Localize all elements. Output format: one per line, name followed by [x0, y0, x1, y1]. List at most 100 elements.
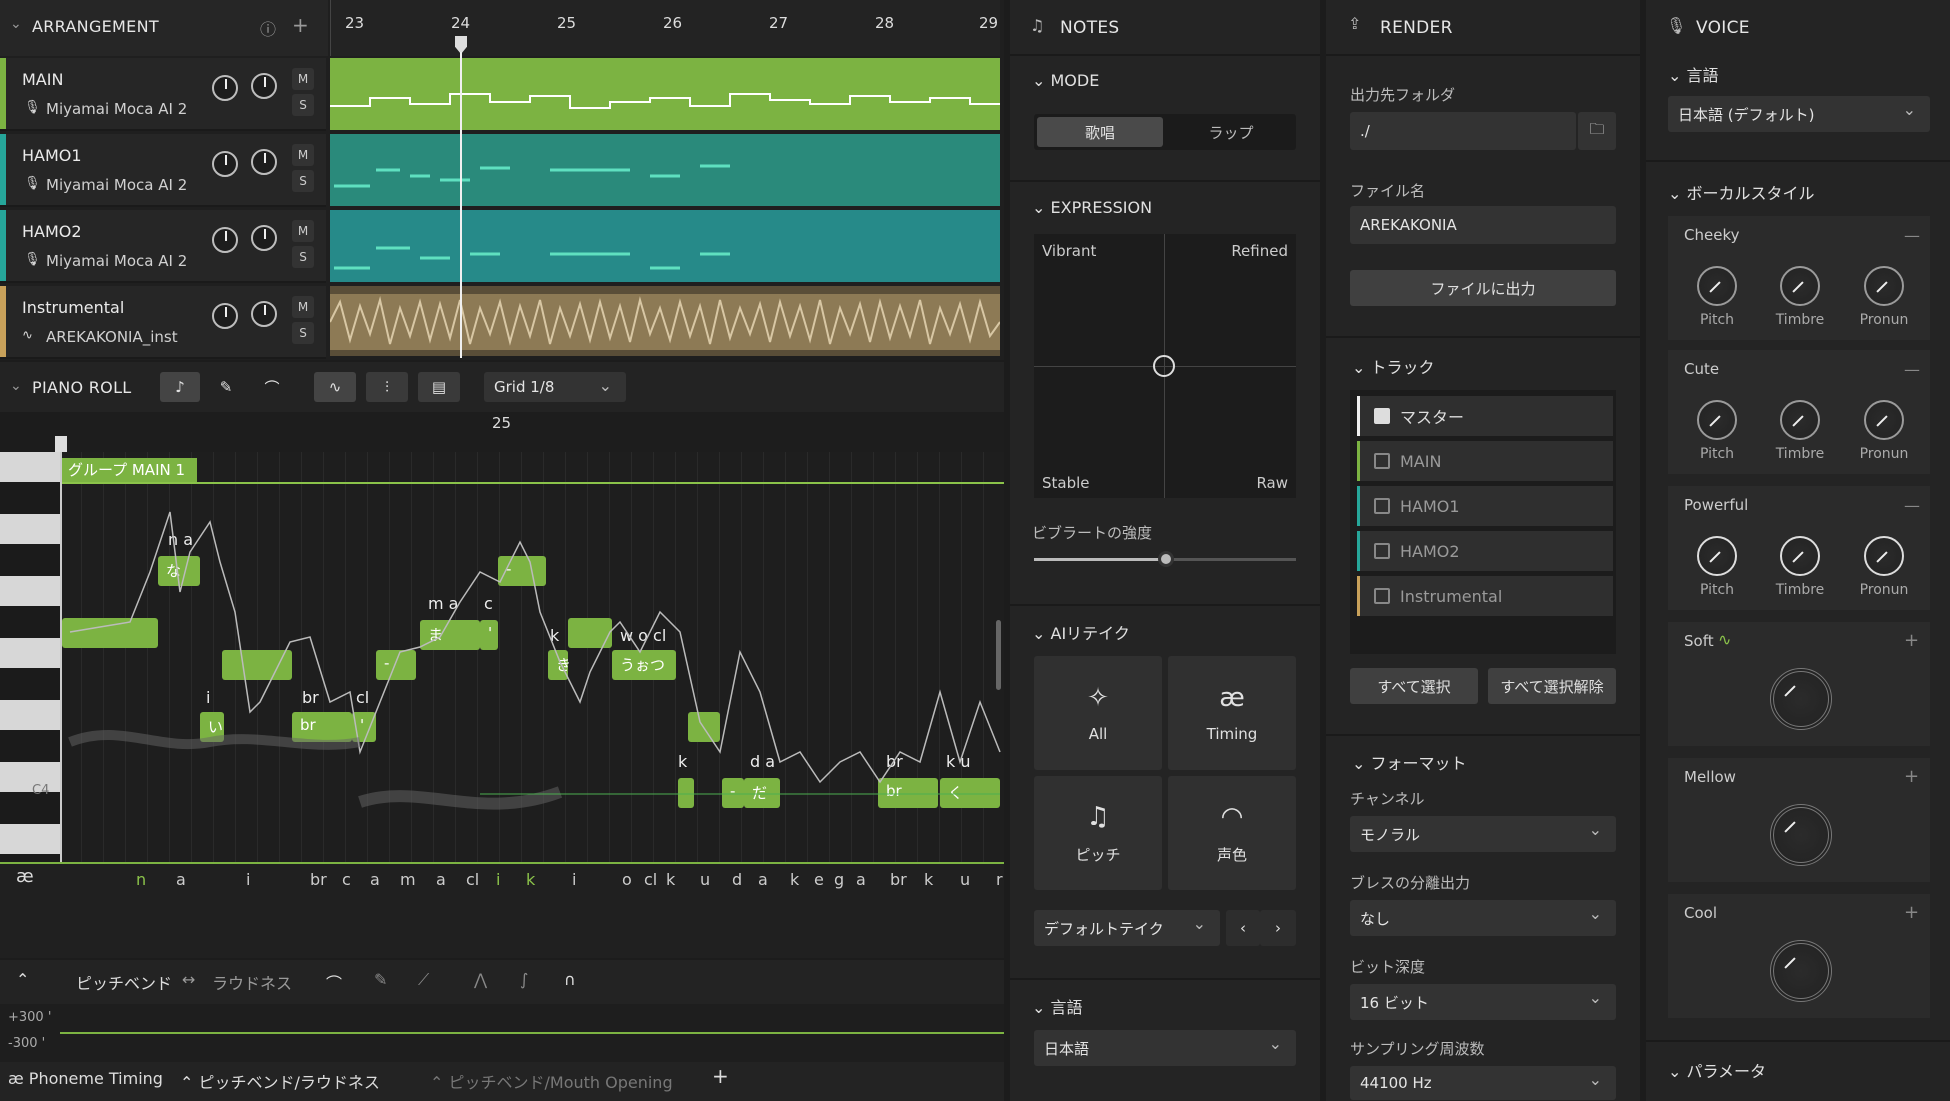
pronun-knob[interactable]: [1864, 536, 1904, 576]
pitch-knob[interactable]: [1697, 400, 1737, 440]
param-section[interactable]: ⌄ パラメータ: [1668, 1058, 1766, 1082]
mute-button[interactable]: M: [292, 68, 314, 90]
track-hamo1[interactable]: HAMO1 🎙 Miyamai Moca AI 2 M S: [0, 134, 326, 207]
add-tab-button[interactable]: +: [712, 1064, 729, 1088]
track-main[interactable]: MAIN 🎙 Miyamai Moca AI 2 M S: [0, 58, 326, 131]
track-item-hamo2[interactable]: HAMO2: [1357, 531, 1613, 571]
collapse-icon[interactable]: ⌄: [10, 16, 22, 32]
pan-knob[interactable]: [251, 301, 277, 327]
collapse-icon[interactable]: ⌄: [10, 378, 22, 394]
pianoroll-ruler[interactable]: [60, 412, 1004, 452]
pitch-view-button[interactable]: ∿: [314, 372, 356, 402]
expand-plus-icon[interactable]: +: [1904, 902, 1919, 923]
expression-section[interactable]: ⌄ EXPRESSION: [1032, 198, 1152, 217]
mute-button[interactable]: M: [292, 220, 314, 242]
pitchbend-label[interactable]: ピッチベンド: [76, 970, 172, 994]
volume-knob[interactable]: [212, 303, 238, 329]
retake-all-button[interactable]: ✧ All: [1034, 656, 1162, 770]
timbre-knob[interactable]: [1780, 266, 1820, 306]
pencil-icon[interactable]: ✎: [374, 970, 387, 989]
bitdepth-select[interactable]: 16 ビット: [1350, 984, 1616, 1020]
pencil-tool-button[interactable]: ✎: [206, 372, 246, 402]
pan-knob[interactable]: [251, 225, 277, 251]
pan-knob[interactable]: [251, 73, 277, 99]
track-item-main[interactable]: MAIN: [1357, 441, 1613, 481]
timbre-knob[interactable]: [1780, 400, 1820, 440]
solo-button[interactable]: S: [292, 94, 314, 116]
volume-knob[interactable]: [212, 75, 238, 101]
pan-knob[interactable]: [251, 149, 277, 175]
solo-button[interactable]: S: [292, 170, 314, 192]
folder-input[interactable]: ./: [1350, 112, 1576, 150]
tab-pitchbend-loudness[interactable]: ⌃ ピッチベンド/ラウドネス: [180, 1069, 380, 1093]
track-hamo2[interactable]: HAMO2 🎙 Miyamai Moca AI 2 M S: [0, 210, 326, 283]
pitch-knob[interactable]: [1697, 266, 1737, 306]
volume-knob[interactable]: [212, 151, 238, 177]
checkbox[interactable]: [1374, 453, 1390, 469]
timeline-ruler[interactable]: 23 24 25 26 27 28 29: [330, 0, 1000, 56]
curve-tool-button[interactable]: ⌒: [252, 372, 292, 402]
style-knob[interactable]: [1770, 940, 1832, 1002]
select-all-button[interactable]: すべて選択: [1350, 668, 1478, 704]
expression-pad[interactable]: Vibrant Refined Stable Raw: [1034, 234, 1296, 498]
track-section[interactable]: ⌄ トラック: [1352, 354, 1435, 378]
pronun-knob[interactable]: [1864, 400, 1904, 440]
collapse-minus-icon[interactable]: —: [1904, 496, 1920, 515]
mode-section[interactable]: ⌄ MODE: [1032, 71, 1099, 90]
expand-plus-icon[interactable]: +: [1904, 630, 1919, 651]
grid-select[interactable]: Grid 1/8: [484, 372, 626, 402]
mode-rap-button[interactable]: ラップ: [1168, 117, 1294, 147]
filename-input[interactable]: AREKAKONIA: [1350, 206, 1616, 244]
samplerate-select[interactable]: 44100 Hz: [1350, 1066, 1616, 1100]
next-take-button[interactable]: ›: [1260, 910, 1296, 946]
pronun-knob[interactable]: [1864, 266, 1904, 306]
collapse-minus-icon[interactable]: —: [1904, 360, 1920, 379]
language-section[interactable]: ⌄ 言語: [1032, 994, 1083, 1018]
waveform-view-button[interactable]: ⫶: [366, 372, 408, 402]
checkbox[interactable]: [1374, 588, 1390, 604]
curve-draw-icon[interactable]: ⌒: [326, 970, 342, 994]
checkbox[interactable]: [1374, 498, 1390, 514]
checkbox-checked[interactable]: [1374, 408, 1390, 424]
vibrato-thumb[interactable]: [1158, 551, 1174, 567]
pitch-knob[interactable]: [1697, 536, 1737, 576]
add-track-icon[interactable]: +: [292, 13, 309, 37]
note-tool-button[interactable]: ♪: [160, 372, 200, 402]
style-knob[interactable]: [1770, 804, 1832, 866]
line-icon[interactable]: ⟋: [418, 970, 429, 990]
pianoroll-playhead[interactable]: [55, 436, 67, 452]
track-item-master[interactable]: マスター: [1357, 396, 1613, 436]
info-icon[interactable]: ⓘ: [260, 16, 276, 40]
solo-button[interactable]: S: [292, 322, 314, 344]
solo-button[interactable]: S: [292, 246, 314, 268]
track-item-instrumental[interactable]: Instrumental: [1357, 576, 1613, 616]
style-section[interactable]: ⌄ ボーカルスタイル: [1668, 180, 1815, 204]
swap-icon[interactable]: ↔: [182, 970, 195, 989]
take-select[interactable]: デフォルトテイク: [1034, 910, 1220, 946]
loudness-label[interactable]: ラウドネス: [212, 970, 292, 994]
clip-view-button[interactable]: ▤: [418, 372, 460, 402]
arch-icon[interactable]: ∩: [564, 970, 576, 989]
export-button[interactable]: ファイルに出力: [1350, 270, 1616, 306]
style-knob[interactable]: [1770, 668, 1832, 730]
voice-language-section[interactable]: ⌄ 言語: [1668, 62, 1719, 86]
language-select[interactable]: 日本語: [1034, 1030, 1296, 1066]
track-item-hamo1[interactable]: HAMO1: [1357, 486, 1613, 526]
collapse-minus-icon[interactable]: —: [1904, 226, 1920, 245]
mode-sing-button[interactable]: 歌唱: [1037, 117, 1163, 147]
breath-select[interactable]: なし: [1350, 900, 1616, 936]
ramp-icon[interactable]: ∫: [520, 970, 528, 989]
peak-icon[interactable]: ⋀: [474, 970, 487, 989]
channel-select[interactable]: モノラル: [1350, 816, 1616, 852]
retake-pitch-button[interactable]: ♫ ピッチ: [1034, 776, 1162, 890]
checkbox[interactable]: [1374, 543, 1390, 559]
timbre-knob[interactable]: [1780, 536, 1820, 576]
folder-browse-button[interactable]: 🗀: [1578, 112, 1616, 150]
retake-voice-button[interactable]: ◠ 声色: [1168, 776, 1296, 890]
retake-timing-button[interactable]: æ Timing: [1168, 656, 1296, 770]
tab-pitchbend-mouth[interactable]: ⌃ ピッチベンド/Mouth Opening: [430, 1069, 673, 1093]
format-section[interactable]: ⌄ フォーマット: [1352, 750, 1467, 774]
track-instrumental[interactable]: Instrumental ∿ AREKAKONIA_inst M S: [0, 286, 326, 359]
vibrato-slider[interactable]: [1034, 551, 1296, 567]
deselect-all-button[interactable]: すべて選択解除: [1488, 668, 1616, 704]
